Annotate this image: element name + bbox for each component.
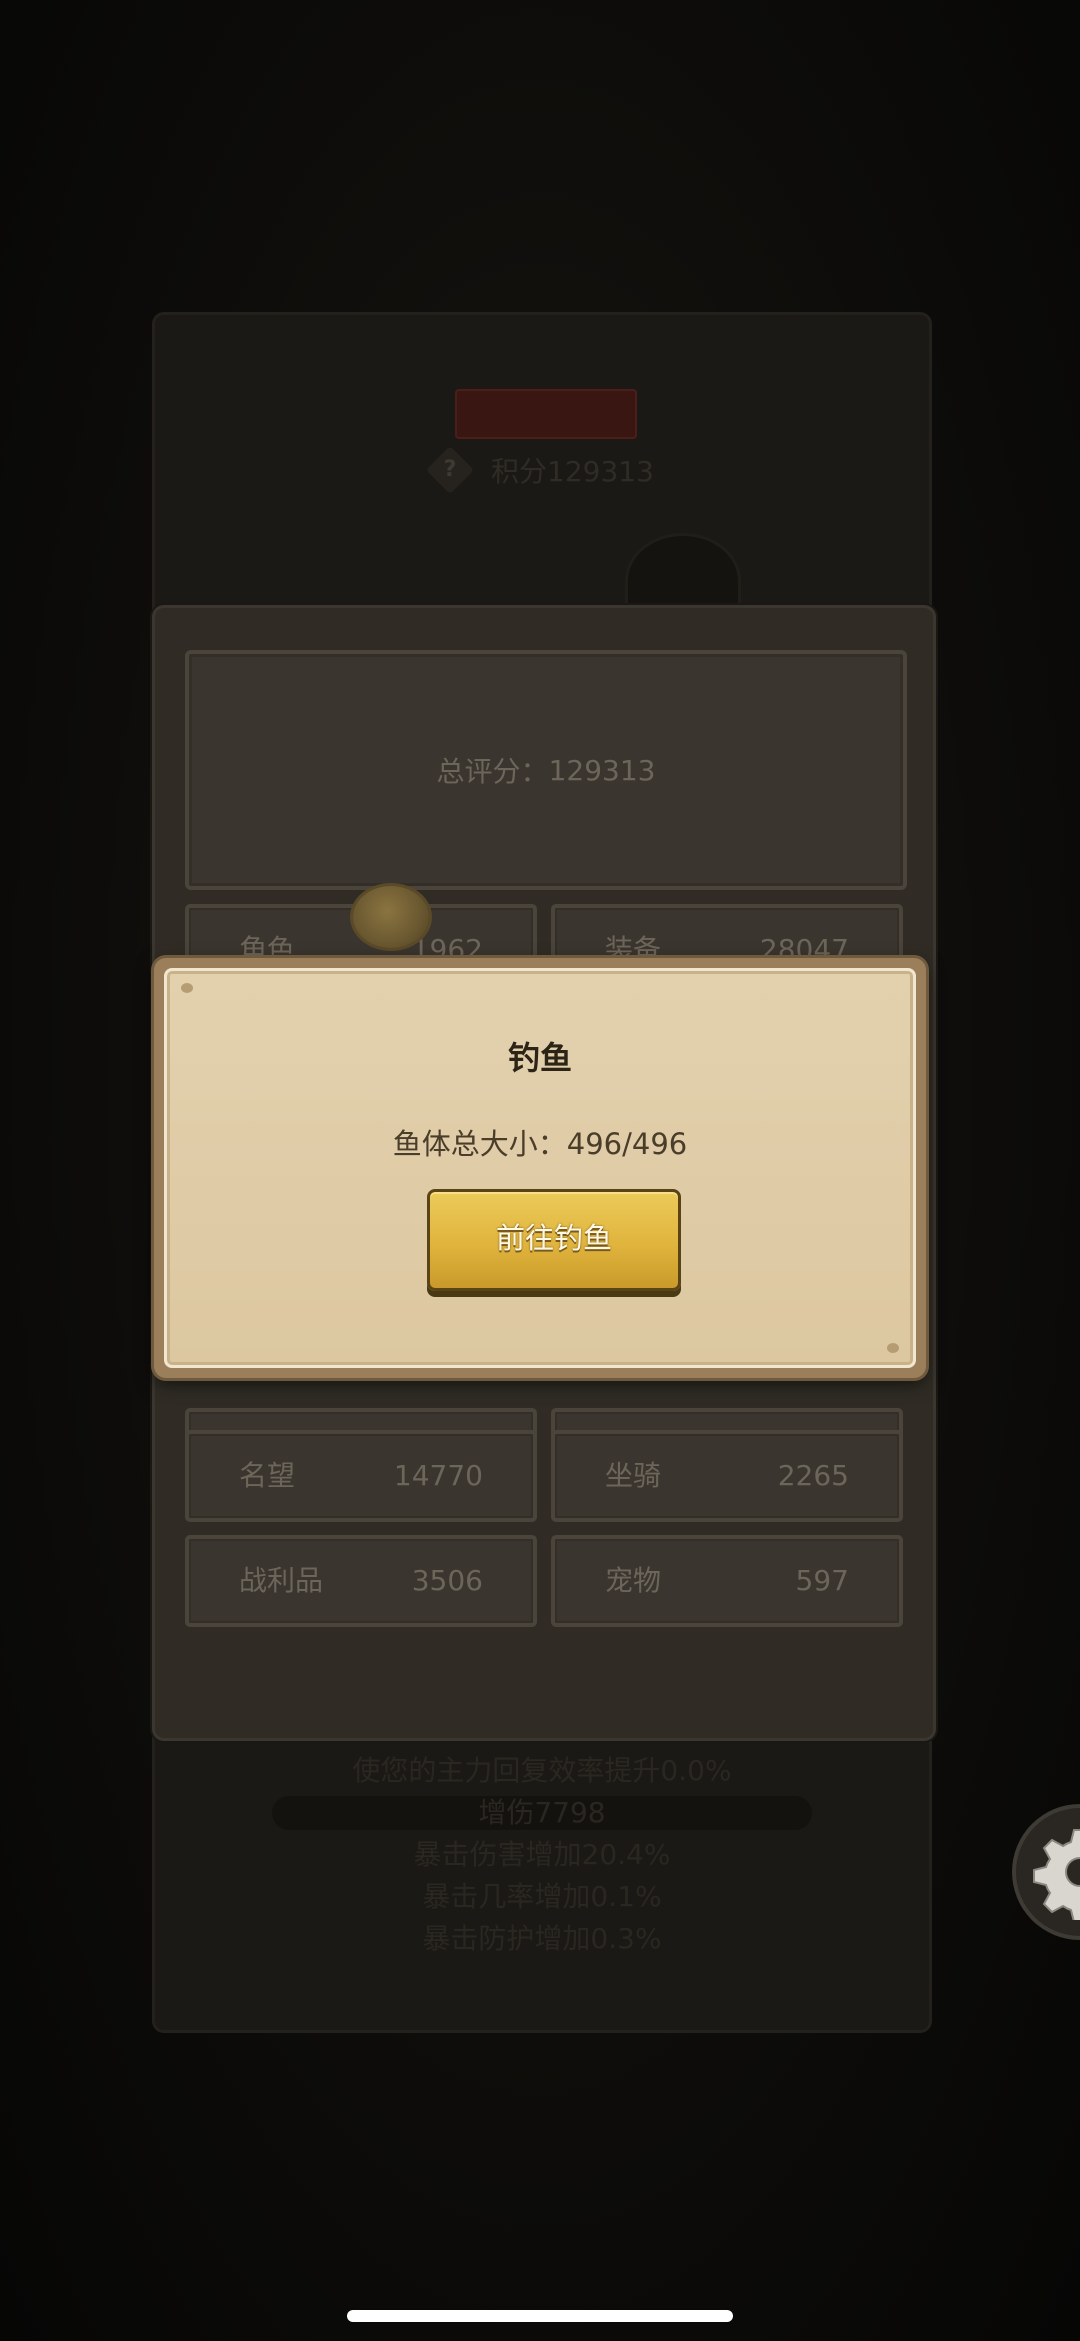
background-line: 暴击防护增加0.3% <box>422 1922 662 1955</box>
stat-cell-mount[interactable]: 坐骑 2265 <box>551 1430 903 1522</box>
nail-decoration <box>181 983 193 993</box>
screen: ? 积分129313 使您的主力回复效率提升0.0% 增伤7798 暴击伤害增加… <box>0 0 1080 2341</box>
background-line: 增伤7798 <box>272 1796 812 1830</box>
total-score-box: 总评分： 129313 <box>185 650 907 890</box>
background-score: 积分129313 <box>491 455 654 488</box>
background-stat-lines: 使您的主力回复效率提升0.0% 增伤7798 暴击伤害增加20.4% 暴击几率增… <box>155 1750 929 1960</box>
go-fishing-button-label: 前往钓鱼 <box>495 1221 612 1255</box>
coin-icon <box>353 886 429 948</box>
go-fishing-button[interactable]: 前往钓鱼 <box>427 1189 681 1291</box>
stat-value: 3506 <box>411 1564 483 1597</box>
stat-name: 坐骑 <box>605 1459 662 1492</box>
fish-size-text: 鱼体总大小：496/496 <box>392 1127 688 1161</box>
nail-decoration <box>887 1343 899 1353</box>
total-score: 总评分： 129313 <box>189 654 903 886</box>
home-indicator[interactable] <box>347 2310 733 2322</box>
background-line: 暴击伤害增加20.4% <box>413 1838 671 1871</box>
fishing-dialog: 钓鱼 鱼体总大小：496/496 前往钓鱼 <box>154 958 926 1378</box>
stat-name: 名望 <box>239 1459 296 1492</box>
background-line: 使您的主力回复效率提升0.0% <box>352 1754 732 1787</box>
dialog-body: 钓鱼 鱼体总大小：496/496 前往钓鱼 <box>164 968 916 1368</box>
stat-cell-pet[interactable]: 宠物 597 <box>551 1535 903 1627</box>
stat-value: 597 <box>795 1564 849 1597</box>
dialog-title: 钓鱼 <box>507 1039 572 1077</box>
background-badge <box>455 389 637 439</box>
stat-cell-trophies[interactable]: 战利品 3506 <box>185 1535 537 1627</box>
stat-value: 14770 <box>393 1459 483 1492</box>
gear-icon <box>1033 1829 1080 1920</box>
stat-name: 宠物 <box>605 1564 662 1597</box>
background-line: 暴击几率增加0.1% <box>422 1880 662 1913</box>
stat-value: 2265 <box>777 1459 849 1492</box>
total-score-label: 总评分： <box>436 755 549 788</box>
help-icon: ? <box>425 445 475 495</box>
total-score-value: 129313 <box>548 753 656 787</box>
settings-button[interactable] <box>1016 1808 1080 1936</box>
stat-name: 战利品 <box>239 1564 324 1597</box>
stat-cell-reputation[interactable]: 名望 14770 <box>185 1430 537 1522</box>
